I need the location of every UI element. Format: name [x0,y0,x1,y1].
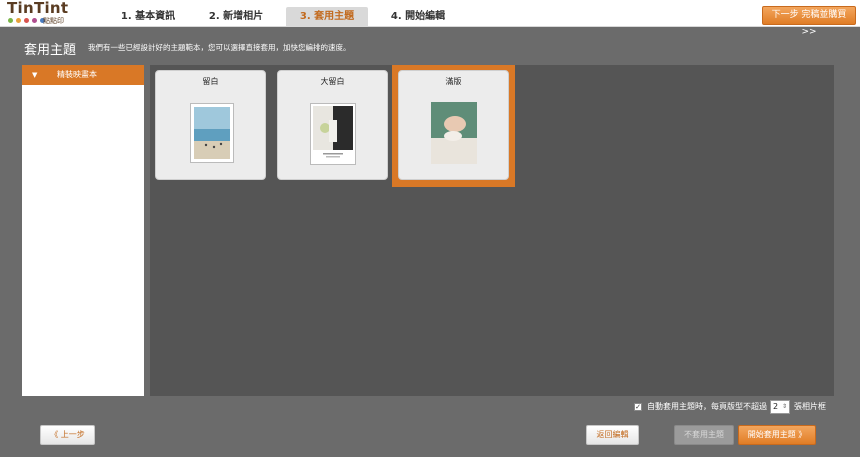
sidebar-item-hardcover-album[interactable]: ▼ 精裝映畫本 [22,65,144,85]
auto-apply-checkbox[interactable]: ✓ [634,402,642,411]
tab-apply-theme[interactable]: 3. 套用主題 [286,7,368,27]
auto-apply-label: 自動套用主題時，每頁版型不超過 [647,402,767,411]
no-theme-button[interactable]: 不套用主題 [674,425,734,445]
top-bar: TinTint 點點印 1. 基本資訊 2. 新增相片 3. 套用主題 4. 開… [0,0,860,37]
wedding-photo-icon [313,106,353,158]
theme-title: 大留白 [320,77,345,86]
page-title: 套用主題 [24,43,77,58]
sidebar-item-label: 精裝映畫本 [57,70,97,79]
beach-photo-icon [194,107,230,159]
tintint-logo[interactable]: TinTint 點點印 [7,0,77,25]
logo-text: TinTint [7,0,69,17]
tab-add-photos[interactable]: 2. 新增相片 [196,7,276,27]
hands-photo-icon [431,102,477,164]
theme-card-large-margin[interactable]: 大留白 [277,70,388,180]
theme-title: 滿版 [445,77,462,86]
photo-frame-count-stepper[interactable]: 2 ⇕ [770,399,790,414]
category-sidebar: ▼ 精裝映畫本 [22,65,144,396]
next-step-button[interactable]: 下一步 完稿並購買 >> [762,6,856,37]
previous-step-button[interactable]: 《 上一步 [40,425,95,445]
tab-start-editing[interactable]: 4. 開始編輯 [378,7,458,27]
theme-title: 留白 [202,77,219,86]
stepper-value: 2 [773,401,779,411]
auto-apply-option: ✓ 自動套用主題時，每頁版型不超過 2 ⇕ 張相片框 [634,399,826,414]
theme-thumbnail [310,103,356,165]
theme-thumbnail [190,103,234,163]
theme-thumbnail [431,102,477,164]
auto-apply-suffix: 張相片框 [794,402,826,411]
tab-basic-info[interactable]: 1. 基本資訊 [108,7,188,27]
theme-card-full-bleed[interactable]: 滿版 [398,70,509,180]
page-description: 我們有一些已經設計好的主題範本，您可以選擇直接套用，加快您編排的速度。 [88,43,351,52]
stepper-arrows-icon[interactable]: ⇕ [782,401,787,413]
triangle-down-icon: ▼ [32,71,38,79]
logo-dots [8,18,45,23]
apply-theme-button[interactable]: 開始套用主題 》 [738,425,816,445]
back-to-edit-button[interactable]: 返回編輯 [586,425,639,445]
theme-card-margin[interactable]: 留白 [155,70,266,180]
logo-subtitle: 點點印 [43,17,64,25]
